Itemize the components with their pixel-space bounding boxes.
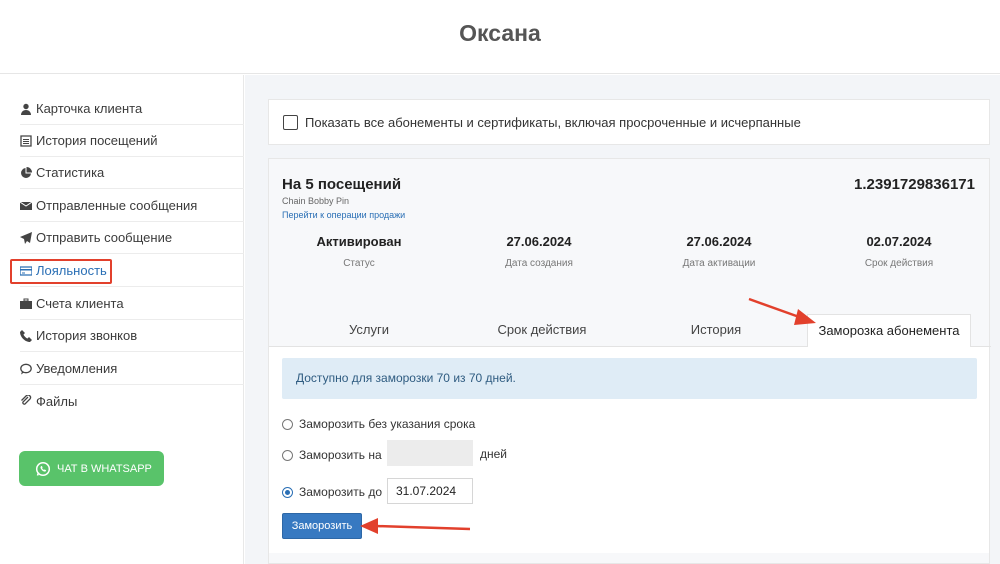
filter-panel: Показать все абонементы и сертификаты, в… bbox=[268, 99, 990, 145]
send-icon bbox=[20, 231, 32, 244]
stat-label: Дата активации bbox=[682, 258, 756, 269]
list-icon bbox=[20, 134, 32, 147]
paperclip-icon bbox=[20, 395, 32, 407]
freeze-until-option[interactable]: Заморозить до bbox=[282, 485, 382, 499]
stat-label: Статус bbox=[343, 258, 375, 269]
sidebar-item-client-accounts[interactable]: Счета клиента bbox=[20, 288, 244, 320]
subscription-card: На 5 посещений Chain Bobby Pin Перейти к… bbox=[268, 158, 991, 564]
sidebar-item-label: История звонков bbox=[36, 328, 138, 343]
whatsapp-icon bbox=[35, 461, 51, 476]
sidebar-item-label: Файлы bbox=[36, 393, 78, 409]
stat-value: 27.06.2024 bbox=[506, 234, 572, 249]
stat-label: Срок действия bbox=[864, 258, 934, 269]
show-all-checkbox[interactable] bbox=[283, 115, 298, 130]
freeze-indefinite-label: Заморозить без указания срока bbox=[299, 417, 476, 431]
subscription-subtitle: Chain Bobby Pin bbox=[282, 196, 350, 206]
stat-value: 02.07.2024 bbox=[866, 234, 932, 249]
freeze-days-label: Заморозить на bbox=[299, 448, 382, 462]
sidebar-item-notifications[interactable]: Уведомления bbox=[20, 353, 244, 385]
pie-chart-icon bbox=[20, 166, 32, 179]
sidebar-item-sent-messages[interactable]: Отправленные сообщения bbox=[20, 190, 244, 222]
comment-icon bbox=[20, 363, 32, 375]
sidebar-item-label: Статистика bbox=[36, 165, 105, 180]
sidebar-item-statistics[interactable]: Статистика bbox=[20, 157, 244, 189]
page-header: Оксана bbox=[0, 0, 1000, 74]
stat-status: Активирован Статус bbox=[269, 234, 449, 269]
sidebar-item-label: Уведомления bbox=[36, 361, 118, 376]
sidebar-item-send-message[interactable]: Отправить сообщение bbox=[20, 222, 244, 254]
freeze-days-unit: дней bbox=[480, 447, 508, 461]
freeze-days-option[interactable]: Заморозить на bbox=[282, 448, 382, 462]
show-all-label[interactable]: Показать все абонементы и сертификаты, в… bbox=[305, 115, 801, 130]
whatsapp-button-label: ЧАТ В WHATSAPP bbox=[57, 462, 152, 475]
sidebar-item-visit-history[interactable]: История посещений bbox=[20, 125, 244, 157]
sidebar-item-files[interactable]: Файлы bbox=[20, 385, 244, 417]
phone-icon bbox=[20, 329, 32, 342]
sidebar-item-label: Счета клиента bbox=[36, 296, 124, 311]
freeze-until-radio[interactable] bbox=[282, 486, 293, 498]
envelope-icon bbox=[20, 200, 32, 212]
freeze-button[interactable]: Заморозить bbox=[282, 513, 362, 539]
sidebar-item-call-history[interactable]: История звонков bbox=[20, 320, 244, 352]
freeze-days-radio[interactable] bbox=[282, 449, 293, 461]
stat-label: Дата создания bbox=[505, 258, 573, 269]
annotation-highlight-box bbox=[10, 259, 112, 284]
tab-freeze[interactable]: Заморозка абонемента bbox=[807, 314, 971, 348]
sale-operation-link[interactable]: Перейти к операции продажи bbox=[282, 210, 405, 220]
sidebar-item-label: История посещений bbox=[36, 133, 158, 148]
freeze-pane: Доступно для заморозки 70 из 70 дней. За… bbox=[269, 347, 989, 553]
sidebar-item-label: Отправить сообщение bbox=[36, 230, 173, 245]
freeze-indefinite-option[interactable]: Заморозить без указания срока bbox=[282, 417, 475, 431]
page-title: Оксана bbox=[459, 20, 541, 46]
freeze-days-input[interactable] bbox=[387, 440, 473, 466]
stat-value: 27.06.2024 bbox=[686, 234, 752, 249]
tab-validity[interactable]: Срок действия bbox=[452, 314, 632, 348]
briefcase-icon bbox=[20, 298, 32, 310]
stat-created: 27.06.2024 Дата создания bbox=[449, 234, 629, 269]
subscription-number: 1.2391729836171 bbox=[854, 176, 975, 193]
freeze-info-alert: Доступно для заморозки 70 из 70 дней. bbox=[282, 358, 977, 399]
freeze-until-label: Заморозить до bbox=[299, 485, 383, 499]
stat-expiry: 02.07.2024 Срок действия bbox=[809, 234, 989, 269]
stat-activated: 27.06.2024 Дата активации bbox=[629, 234, 809, 269]
whatsapp-chat-button[interactable]: ЧАТ В WHATSAPP bbox=[19, 451, 164, 486]
sidebar-item-client-card[interactable]: Карточка клиента bbox=[20, 93, 244, 125]
subscription-title: На 5 посещений bbox=[282, 176, 402, 193]
sidebar: Карточка клиента История посещений Стати… bbox=[0, 75, 244, 564]
freeze-indefinite-radio[interactable] bbox=[282, 418, 293, 430]
user-icon bbox=[20, 103, 32, 115]
stat-value: Активирован bbox=[316, 234, 402, 249]
tab-history[interactable]: История bbox=[626, 314, 806, 348]
tab-services[interactable]: Услуги bbox=[279, 314, 459, 348]
sidebar-item-label: Карточка клиента bbox=[36, 101, 143, 116]
sidebar-item-label: Отправленные сообщения bbox=[36, 198, 198, 213]
freeze-date-input[interactable]: 31.07.2024 bbox=[387, 478, 473, 504]
